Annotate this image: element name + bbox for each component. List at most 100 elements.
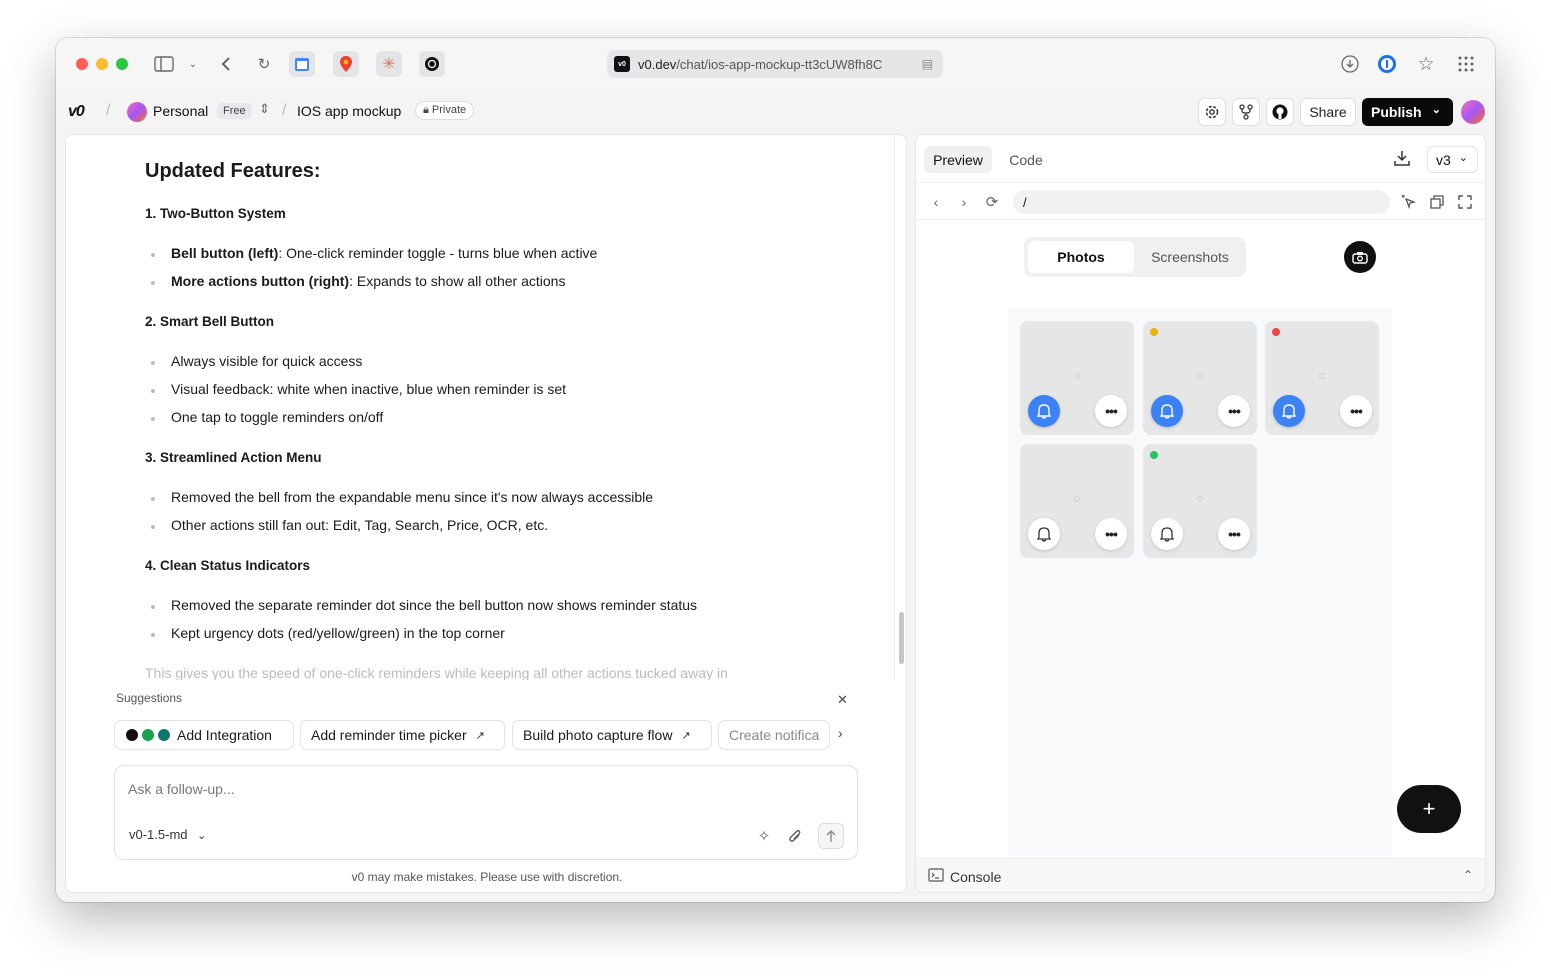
- password-manager-icon[interactable]: [1375, 52, 1399, 76]
- placeholder-image: [1074, 496, 1080, 502]
- workspace-switcher-icon[interactable]: ⇕: [259, 101, 270, 117]
- maps-tab-icon[interactable]: [333, 51, 359, 77]
- settings-gear-icon[interactable]: [1198, 98, 1226, 126]
- back-icon[interactable]: [214, 52, 238, 76]
- back-icon[interactable]: ‹: [925, 191, 947, 213]
- address-bar[interactable]: v0 v0.dev/chat/ios-app-mockup-tt3cUW8fh8…: [607, 50, 943, 78]
- suggestion-label: Create notifica: [729, 727, 820, 743]
- message-heading: Updated Features:: [145, 160, 321, 182]
- disclaimer: v0 may make mistakes. Please use with di…: [351, 870, 623, 884]
- chevron-right-icon[interactable]: ›: [838, 725, 843, 741]
- chat-input[interactable]: Ask a follow-up... v0-1.5-md ⌄ ✧: [114, 765, 858, 860]
- version-selector[interactable]: v3 ⌄: [1427, 146, 1478, 173]
- suggestion-label: Add reminder time picker: [311, 727, 467, 743]
- photo-tile[interactable]: •••: [1020, 444, 1134, 558]
- add-photo-button[interactable]: +: [1397, 785, 1461, 833]
- suggestion-notification[interactable]: Create notifica: [718, 720, 830, 750]
- preview-tabs: Preview Code v3 ⌄: [916, 135, 1485, 183]
- fullscreen-icon[interactable]: [1454, 191, 1476, 213]
- expand-up-icon[interactable]: ⌃: [1463, 868, 1473, 882]
- preview-address-input[interactable]: /: [1013, 190, 1390, 214]
- tab-preview[interactable]: Preview: [924, 146, 992, 173]
- breadcrumb-separator: /: [282, 102, 287, 119]
- suggestion-label: Add Integration: [177, 727, 272, 743]
- reader-mode-icon[interactable]: ▤: [922, 57, 933, 71]
- bullet-text: Always visible for quick access: [171, 353, 363, 369]
- list-item: Other actions still fan out: Edit, Tag, …: [150, 517, 548, 533]
- bullet-text: Visual feedback: white when inactive, bl…: [171, 381, 567, 397]
- segment-photos[interactable]: Photos: [1028, 241, 1134, 273]
- reload-icon[interactable]: ↻: [252, 52, 276, 76]
- chevron-down-icon[interactable]: ⌄: [181, 52, 205, 76]
- bell-button[interactable]: [1151, 518, 1183, 550]
- workspace-name[interactable]: Personal: [153, 103, 208, 119]
- fork-icon[interactable]: [1232, 98, 1260, 126]
- more-actions-button[interactable]: •••: [1340, 395, 1372, 427]
- sidebar-toggle-icon[interactable]: [152, 52, 176, 76]
- arrow-up-right-icon: ↗: [475, 729, 485, 742]
- more-actions-button[interactable]: •••: [1095, 518, 1127, 550]
- camera-icon[interactable]: [1344, 241, 1376, 273]
- paperclip-icon[interactable]: [782, 823, 808, 849]
- photo-tile[interactable]: •••: [1265, 321, 1379, 435]
- visibility-badge[interactable]: 🔒︎ Private: [415, 101, 475, 120]
- more-actions-button[interactable]: •••: [1218, 395, 1250, 427]
- bell-icon: [1160, 403, 1174, 419]
- placeholder-image: [1319, 373, 1325, 379]
- apps-grid-icon[interactable]: [1454, 52, 1478, 76]
- suggestion-add-integration[interactable]: Add Integration: [114, 720, 294, 750]
- v0-logo[interactable]: v0: [68, 103, 85, 121]
- photo-tile[interactable]: •••: [1143, 321, 1257, 435]
- bookmark-star-icon[interactable]: ☆: [1414, 52, 1438, 76]
- list-item: More actions button (right): Expands to …: [150, 273, 566, 289]
- openai-tab-icon[interactable]: [419, 51, 445, 77]
- photo-tile[interactable]: •••: [1143, 444, 1257, 558]
- bell-button[interactable]: [1151, 395, 1183, 427]
- chat-scrollbar[interactable]: [899, 612, 904, 664]
- download-icon[interactable]: [1393, 149, 1411, 172]
- send-button[interactable]: [818, 823, 844, 849]
- bullet-text: : Expands to show all other actions: [349, 273, 566, 289]
- user-avatar[interactable]: [1461, 100, 1485, 124]
- more-dots-icon: •••: [1350, 403, 1363, 419]
- bell-button[interactable]: [1028, 518, 1060, 550]
- suggestion-reminder-picker[interactable]: Add reminder time picker ↗: [300, 720, 505, 750]
- more-dots-icon: •••: [1105, 403, 1118, 419]
- open-new-window-icon[interactable]: [1426, 191, 1448, 213]
- list-item: Always visible for quick access: [150, 353, 363, 369]
- url-path: /chat/ios-app-mockup-tt3cUW8fh8C: [676, 56, 883, 72]
- placeholder-image: [1197, 373, 1203, 379]
- segment-screenshots[interactable]: Screenshots: [1138, 241, 1242, 273]
- more-actions-button[interactable]: •••: [1095, 395, 1127, 427]
- download-icon[interactable]: [1338, 52, 1362, 76]
- zoom-window-button[interactable]: [116, 58, 128, 70]
- project-title[interactable]: IOS app mockup: [297, 103, 401, 119]
- preview-panel: Preview Code v3 ⌄ ‹ › ⟳ / Photos Screens…: [915, 134, 1486, 893]
- placeholder-image: [1074, 373, 1080, 379]
- integration-icon: [125, 728, 139, 742]
- more-actions-button[interactable]: •••: [1218, 518, 1250, 550]
- bell-button[interactable]: [1028, 395, 1060, 427]
- close-window-button[interactable]: [76, 58, 88, 70]
- share-button[interactable]: Share: [1300, 98, 1356, 126]
- arrow-up-right-icon: ↗: [681, 729, 691, 742]
- section-title: 4. Clean Status Indicators: [145, 558, 311, 573]
- console-bar[interactable]: Console ⌃: [916, 858, 1485, 892]
- sparkle-icon[interactable]: ✧: [751, 823, 777, 849]
- chevron-down-icon: ⌄: [1431, 104, 1441, 116]
- minimize-window-button[interactable]: [96, 58, 108, 70]
- forward-icon[interactable]: ›: [953, 191, 975, 213]
- model-selector[interactable]: v0-1.5-md ⌄: [129, 827, 206, 842]
- divider: [894, 135, 895, 680]
- refresh-icon[interactable]: ⟳: [981, 191, 1003, 213]
- publish-button[interactable]: Publish ⌄: [1362, 98, 1453, 126]
- photo-tile[interactable]: •••: [1020, 321, 1134, 435]
- github-icon[interactable]: [1266, 98, 1294, 126]
- claude-tab-icon[interactable]: ✳: [376, 51, 402, 77]
- tab-code[interactable]: Code: [1000, 146, 1052, 173]
- select-element-icon[interactable]: [1398, 191, 1420, 213]
- bell-button[interactable]: [1273, 395, 1305, 427]
- suggestion-photo-capture[interactable]: Build photo capture flow ↗: [512, 720, 712, 750]
- close-icon[interactable]: ✕: [837, 692, 848, 708]
- calendar-tab-icon[interactable]: [289, 51, 315, 77]
